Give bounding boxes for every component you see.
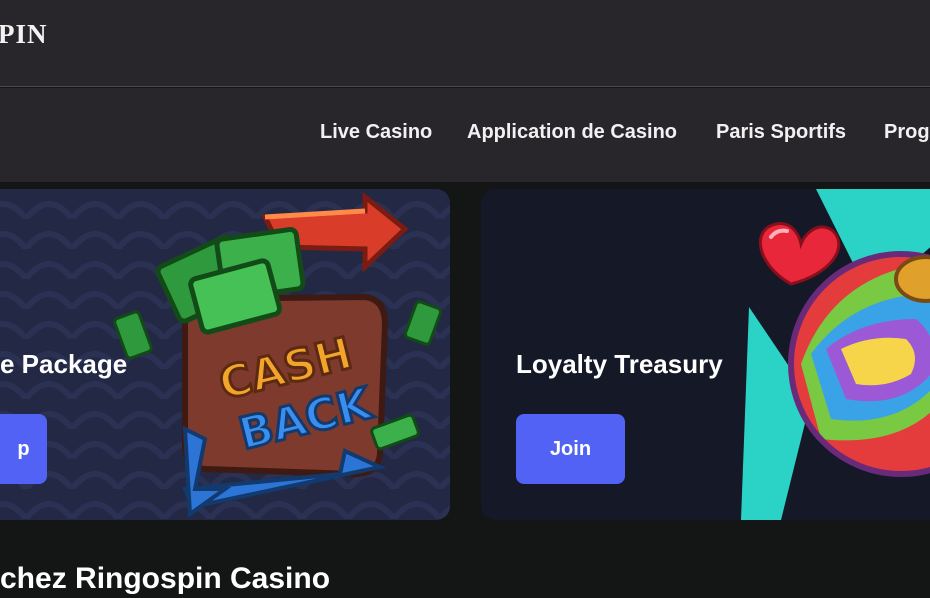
main-nav: Live Casino Application de Casino Paris … <box>0 88 930 182</box>
promo-card-welcome-package: CASH BACK e Package p <box>0 189 450 520</box>
site-logo[interactable]: PIN <box>0 19 48 50</box>
promo-title: Loyalty Treasury <box>516 349 723 379</box>
promo-title: e Package <box>0 349 128 379</box>
nav-promotions[interactable]: Prog <box>884 121 930 144</box>
promo-card-loyalty-treasury: Loyalty Treasury Join <box>481 189 930 520</box>
promo-claim-button[interactable]: p <box>0 414 47 484</box>
nav-live-casino[interactable]: Live Casino <box>320 121 432 144</box>
section-title: chez Ringospin Casino <box>0 562 331 595</box>
nav-sports-betting[interactable]: Paris Sportifs <box>716 121 846 144</box>
top-header: PIN <box>0 0 930 87</box>
join-button[interactable]: Join <box>516 414 625 484</box>
nav-casino-app[interactable]: Application de Casino <box>467 121 677 144</box>
